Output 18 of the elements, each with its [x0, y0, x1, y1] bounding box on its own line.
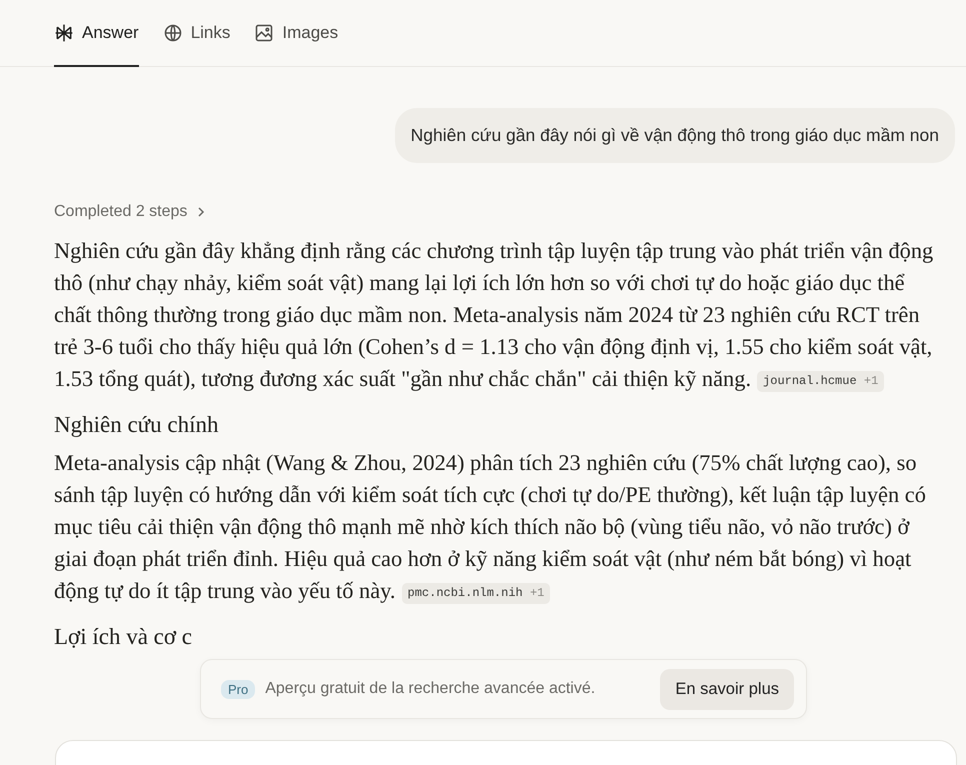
question-bubble: Nghiên cứu gần đây nói gì về vận động thô trong giáo dục mầm non — [394, 108, 955, 163]
image-icon — [254, 22, 274, 42]
tab[interactable]: Answer — [54, 0, 139, 67]
section-heading: Nghiên cứu chính — [54, 411, 220, 439]
answer-paragraph: Nghiên cứu gần đây khẳng định rằng các chương trình tập luyện tập trung vào phát triển vận động thô (như chạy nhảy, kiểm soát vật) mang lại lợi ích lớn hơn so với chơi tự do hoặc giáo dục thể chất thông thường trong giáo dục mầm non. Meta-analysis năm 2024 từ 23 nghiên cứu RCT trên trẻ 3-6 tuổi cho thấy hiệu quả lớn (Cohen’s d = 1.13 cho vận động định vị, 1.55 cho kiểm soát vật, 1.53 tổng quát), tương đương xác suất "gần như chắc chắn" cải thiện kỹ năng. journal.hcmue +1 — [54, 237, 934, 394]
section-heading: Lợi ích và cơ c — [54, 623, 193, 651]
steps-toggle[interactable]: Completed 2 steps — [54, 203, 206, 221]
source-link[interactable]: journal.hcmue +1 — [757, 371, 884, 392]
pro-badge: Pro — [221, 680, 256, 698]
source-link[interactable]: pmc.ncbi.nlm.nih +1 — [402, 583, 550, 604]
learn-more-button[interactable]: En savoir plus — [660, 668, 794, 710]
asterisk-icon — [54, 22, 74, 42]
answer-paragraph: Meta-analysis cập nhật (Wang & Zhou, 2024) phân tích 23 nghiên cứu (75% chất lượng cao), so sánh tập luyện có hướng dẫn với kiểm soát tích cực (chơi tự do/PE thường), kết luận tập luyện có mục tiêu cải thiện vận động thô mạnh mẽ nhờ kích thích não bộ (vùng tiểu não, vỏ não trước) ở giai đoạn phát triển đỉnh. Hiệu quả cao hơn ở kỹ năng kiểm soát vật (như ném bắt bóng) vì hoạt động tự do ít tập trung vào yếu tố này. pmc.ncbi.nlm.nih +1 — [54, 449, 927, 606]
globe-icon — [162, 22, 183, 42]
chevron-icon — [197, 206, 206, 218]
tab[interactable]: Images — [254, 0, 338, 67]
tab[interactable]: Links — [162, 0, 230, 67]
toast-message: Aperçu gratuit de la recherche avancée activé. — [265, 680, 596, 698]
